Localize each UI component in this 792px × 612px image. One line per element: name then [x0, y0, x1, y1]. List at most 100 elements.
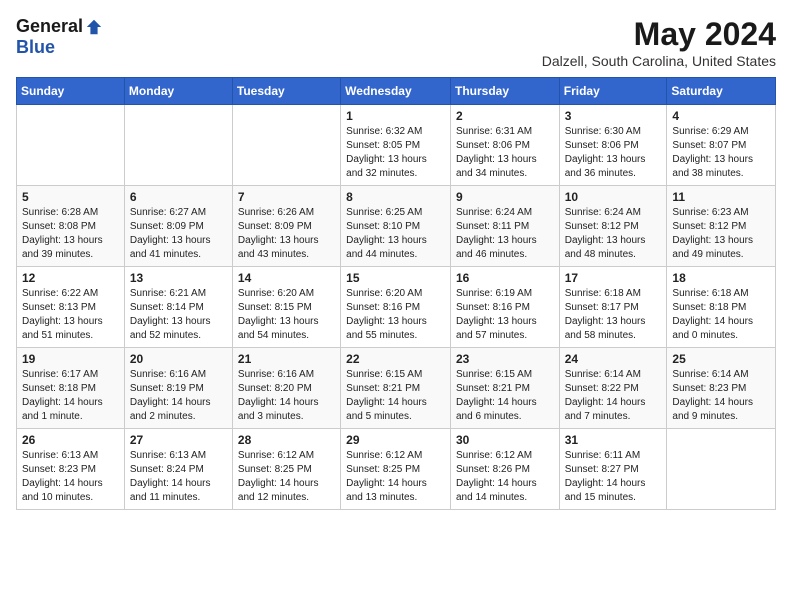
day-info: Sunrise: 6:20 AM Sunset: 8:15 PM Dayligh… [238, 287, 335, 343]
calendar-cell: 29 Sunrise: 6:12 AM Sunset: 8:25 PM Dayli… [341, 429, 451, 510]
day-number: 7 [238, 190, 335, 204]
day-info: Sunrise: 6:18 AM Sunset: 8:18 PM Dayligh… [672, 287, 770, 343]
day-info: Sunrise: 6:31 AM Sunset: 8:06 PM Dayligh… [456, 125, 554, 181]
day-info: Sunrise: 6:16 AM Sunset: 8:20 PM Dayligh… [238, 368, 335, 424]
calendar-cell: 5 Sunrise: 6:28 AM Sunset: 8:08 PM Daylig… [17, 186, 125, 267]
day-info: Sunrise: 6:30 AM Sunset: 8:06 PM Dayligh… [565, 125, 662, 181]
calendar-cell [17, 105, 125, 186]
weekday-header-sunday: Sunday [17, 78, 125, 105]
day-number: 8 [346, 190, 445, 204]
calendar-cell: 23 Sunrise: 6:15 AM Sunset: 8:21 PM Dayli… [450, 348, 559, 429]
weekday-header-saturday: Saturday [667, 78, 776, 105]
day-info: Sunrise: 6:17 AM Sunset: 8:18 PM Dayligh… [22, 368, 119, 424]
calendar-cell: 19Sunrise: 6:17 AM Sunset: 8:18 PM Dayli… [17, 348, 125, 429]
week-row-4: 19Sunrise: 6:17 AM Sunset: 8:18 PM Dayli… [17, 348, 776, 429]
weekday-header-row: SundayMondayTuesdayWednesdayThursdayFrid… [17, 78, 776, 105]
day-info: Sunrise: 6:13 AM Sunset: 8:23 PM Dayligh… [22, 449, 119, 505]
calendar-cell: 11Sunrise: 6:23 AM Sunset: 8:12 PM Dayli… [667, 186, 776, 267]
day-number: 10 [565, 190, 662, 204]
weekday-header-monday: Monday [124, 78, 232, 105]
calendar-cell: 3 Sunrise: 6:30 AM Sunset: 8:06 PM Daylig… [559, 105, 667, 186]
day-number: 31 [565, 433, 662, 447]
calendar-cell: 30 Sunrise: 6:12 AM Sunset: 8:26 PM Dayli… [450, 429, 559, 510]
day-number: 27 [130, 433, 227, 447]
day-info: Sunrise: 6:22 AM Sunset: 8:13 PM Dayligh… [22, 287, 119, 343]
calendar-cell: 18 Sunrise: 6:18 AM Sunset: 8:18 PM Dayli… [667, 267, 776, 348]
logo-general: General [16, 16, 83, 37]
month-title: May 2024 [542, 16, 776, 53]
calendar-cell: 8Sunrise: 6:25 AM Sunset: 8:10 PM Daylig… [341, 186, 451, 267]
day-info: Sunrise: 6:19 AM Sunset: 8:16 PM Dayligh… [456, 287, 554, 343]
calendar-cell: 15 Sunrise: 6:20 AM Sunset: 8:16 PM Dayli… [341, 267, 451, 348]
week-row-5: 26 Sunrise: 6:13 AM Sunset: 8:23 PM Dayli… [17, 429, 776, 510]
day-number: 18 [672, 271, 770, 285]
day-info: Sunrise: 6:13 AM Sunset: 8:24 PM Dayligh… [130, 449, 227, 505]
day-info: Sunrise: 6:12 AM Sunset: 8:25 PM Dayligh… [238, 449, 335, 505]
day-number: 20 [130, 352, 227, 366]
day-number: 16 [456, 271, 554, 285]
day-info: Sunrise: 6:20 AM Sunset: 8:16 PM Dayligh… [346, 287, 445, 343]
day-number: 9 [456, 190, 554, 204]
calendar-cell: 4Sunrise: 6:29 AM Sunset: 8:07 PM Daylig… [667, 105, 776, 186]
day-number: 24 [565, 352, 662, 366]
day-number: 4 [672, 109, 770, 123]
day-number: 3 [565, 109, 662, 123]
weekday-header-friday: Friday [559, 78, 667, 105]
week-row-2: 5 Sunrise: 6:28 AM Sunset: 8:08 PM Daylig… [17, 186, 776, 267]
day-number: 30 [456, 433, 554, 447]
day-info: Sunrise: 6:14 AM Sunset: 8:23 PM Dayligh… [672, 368, 770, 424]
calendar-cell: 26 Sunrise: 6:13 AM Sunset: 8:23 PM Dayli… [17, 429, 125, 510]
day-info: Sunrise: 6:21 AM Sunset: 8:14 PM Dayligh… [130, 287, 227, 343]
calendar-cell: 27 Sunrise: 6:13 AM Sunset: 8:24 PM Dayli… [124, 429, 232, 510]
title-area: May 2024 Dalzell, South Carolina, United… [542, 16, 776, 69]
logo: General Blue [16, 16, 103, 58]
week-row-3: 12 Sunrise: 6:22 AM Sunset: 8:13 PM Dayli… [17, 267, 776, 348]
day-number: 26 [22, 433, 119, 447]
day-info: Sunrise: 6:18 AM Sunset: 8:17 PM Dayligh… [565, 287, 662, 343]
calendar-cell: 14Sunrise: 6:20 AM Sunset: 8:15 PM Dayli… [232, 267, 340, 348]
calendar-cell [124, 105, 232, 186]
weekday-header-wednesday: Wednesday [341, 78, 451, 105]
calendar-cell: 2 Sunrise: 6:31 AM Sunset: 8:06 PM Daylig… [450, 105, 559, 186]
calendar-cell: 7 Sunrise: 6:26 AM Sunset: 8:09 PM Daylig… [232, 186, 340, 267]
day-info: Sunrise: 6:12 AM Sunset: 8:26 PM Dayligh… [456, 449, 554, 505]
day-number: 23 [456, 352, 554, 366]
calendar-cell: 25Sunrise: 6:14 AM Sunset: 8:23 PM Dayli… [667, 348, 776, 429]
calendar-cell: 6 Sunrise: 6:27 AM Sunset: 8:09 PM Daylig… [124, 186, 232, 267]
calendar-cell: 1Sunrise: 6:32 AM Sunset: 8:05 PM Daylig… [341, 105, 451, 186]
day-number: 2 [456, 109, 554, 123]
day-info: Sunrise: 6:28 AM Sunset: 8:08 PM Dayligh… [22, 206, 119, 262]
day-number: 22 [346, 352, 445, 366]
calendar-cell: 16 Sunrise: 6:19 AM Sunset: 8:16 PM Dayli… [450, 267, 559, 348]
calendar-cell: 13Sunrise: 6:21 AM Sunset: 8:14 PM Dayli… [124, 267, 232, 348]
day-number: 1 [346, 109, 445, 123]
day-number: 17 [565, 271, 662, 285]
calendar-cell [232, 105, 340, 186]
day-number: 29 [346, 433, 445, 447]
header: General Blue May 2024 Dalzell, South Car… [16, 16, 776, 69]
calendar-cell: 24Sunrise: 6:14 AM Sunset: 8:22 PM Dayli… [559, 348, 667, 429]
calendar-cell [667, 429, 776, 510]
day-number: 21 [238, 352, 335, 366]
day-number: 28 [238, 433, 335, 447]
calendar-table: SundayMondayTuesdayWednesdayThursdayFrid… [16, 77, 776, 510]
day-info: Sunrise: 6:12 AM Sunset: 8:25 PM Dayligh… [346, 449, 445, 505]
calendar-cell: 21 Sunrise: 6:16 AM Sunset: 8:20 PM Dayli… [232, 348, 340, 429]
calendar-cell: 20Sunrise: 6:16 AM Sunset: 8:19 PM Dayli… [124, 348, 232, 429]
day-info: Sunrise: 6:15 AM Sunset: 8:21 PM Dayligh… [456, 368, 554, 424]
day-number: 6 [130, 190, 227, 204]
calendar-cell: 31 Sunrise: 6:11 AM Sunset: 8:27 PM Dayli… [559, 429, 667, 510]
day-number: 15 [346, 271, 445, 285]
calendar-cell: 12 Sunrise: 6:22 AM Sunset: 8:13 PM Dayli… [17, 267, 125, 348]
day-info: Sunrise: 6:23 AM Sunset: 8:12 PM Dayligh… [672, 206, 770, 262]
day-info: Sunrise: 6:26 AM Sunset: 8:09 PM Dayligh… [238, 206, 335, 262]
day-info: Sunrise: 6:15 AM Sunset: 8:21 PM Dayligh… [346, 368, 445, 424]
day-info: Sunrise: 6:27 AM Sunset: 8:09 PM Dayligh… [130, 206, 227, 262]
week-row-1: 1Sunrise: 6:32 AM Sunset: 8:05 PM Daylig… [17, 105, 776, 186]
day-number: 5 [22, 190, 119, 204]
weekday-header-thursday: Thursday [450, 78, 559, 105]
location-title: Dalzell, South Carolina, United States [542, 53, 776, 69]
day-number: 12 [22, 271, 119, 285]
day-info: Sunrise: 6:11 AM Sunset: 8:27 PM Dayligh… [565, 449, 662, 505]
calendar-cell: 10Sunrise: 6:24 AM Sunset: 8:12 PM Dayli… [559, 186, 667, 267]
